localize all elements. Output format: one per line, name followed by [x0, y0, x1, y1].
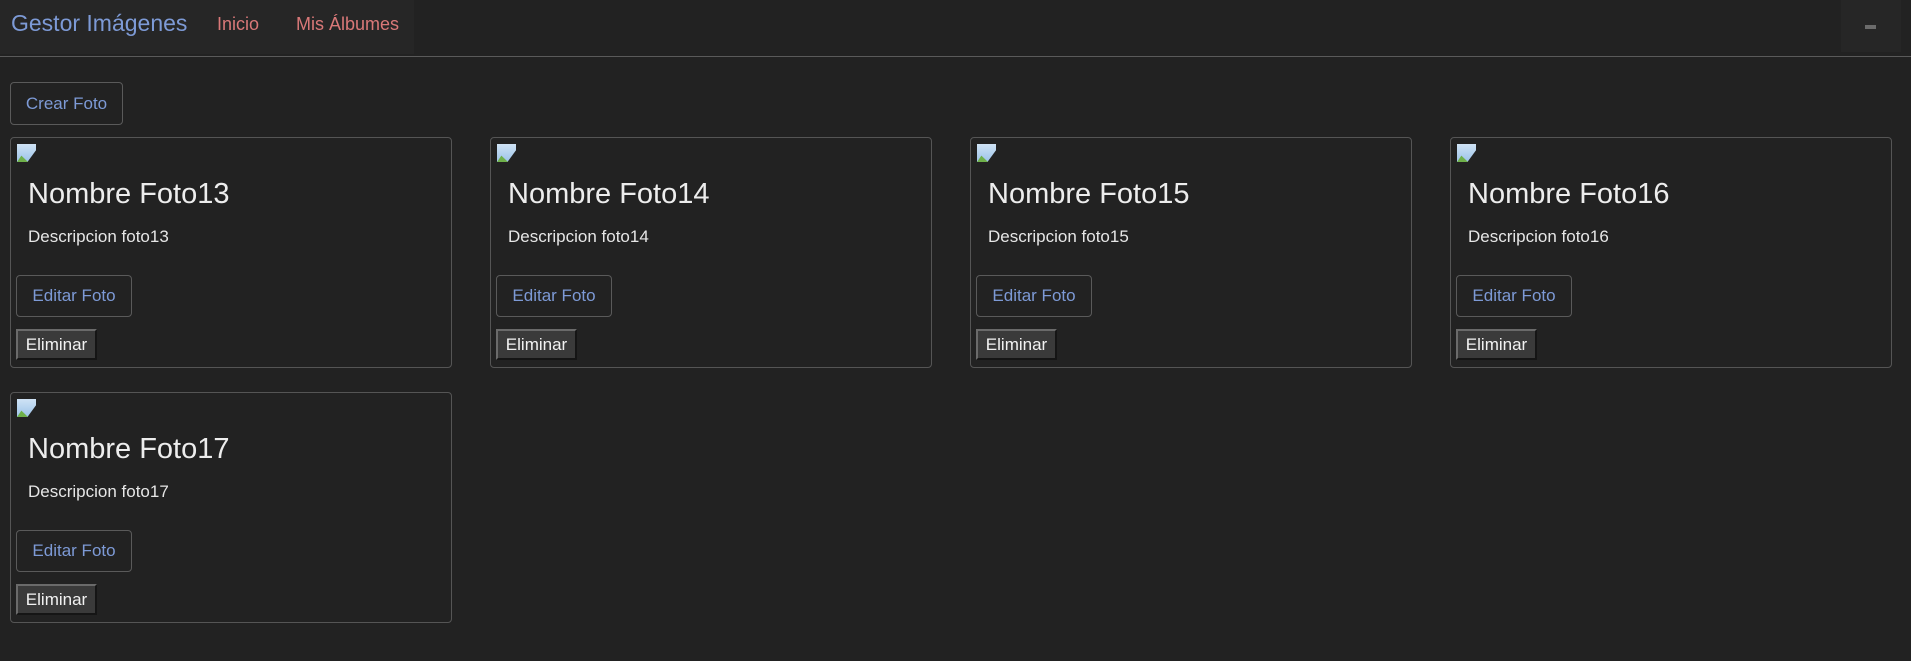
photo-card: Nombre Foto15 Descripcion foto15 Editar … [970, 137, 1412, 368]
nav-link-mis-albumes[interactable]: Mis Álbumes [296, 14, 399, 35]
photo-card: Nombre Foto13 Descripcion foto13 Editar … [10, 137, 452, 368]
broken-image-icon [17, 144, 36, 162]
navbar-toggler[interactable] [1841, 0, 1901, 52]
photo-card: Nombre Foto14 Descripcion foto14 Editar … [490, 137, 932, 368]
broken-image-icon [17, 399, 36, 417]
photo-title: Nombre Foto13 [28, 178, 230, 210]
edit-photo-button[interactable]: Editar Foto [16, 530, 132, 572]
photo-description: Descripcion foto17 [28, 482, 169, 501]
delete-photo-button[interactable]: Eliminar [1456, 329, 1537, 360]
edit-photo-button[interactable]: Editar Foto [1456, 275, 1572, 317]
photo-card: Nombre Foto16 Descripcion foto16 Editar … [1450, 137, 1892, 368]
edit-photo-button[interactable]: Editar Foto [976, 275, 1092, 317]
delete-photo-button[interactable]: Eliminar [496, 329, 577, 360]
brand-link[interactable]: Gestor Imágenes [11, 10, 187, 37]
photo-title: Nombre Foto17 [28, 433, 230, 465]
photo-description: Descripcion foto14 [508, 227, 649, 246]
broken-image-icon [977, 144, 996, 162]
delete-photo-button[interactable]: Eliminar [16, 584, 97, 615]
photo-title: Nombre Foto16 [1468, 178, 1670, 210]
delete-photo-button[interactable]: Eliminar [976, 329, 1057, 360]
photo-description: Descripcion foto15 [988, 227, 1129, 246]
create-photo-button[interactable]: Crear Foto [10, 82, 123, 125]
photo-title: Nombre Foto15 [988, 178, 1190, 210]
photo-card: Nombre Foto17 Descripcion foto17 Editar … [10, 392, 452, 623]
navbar-main: Gestor Imágenes Inicio Mis Álbumes [0, 0, 414, 54]
menu-toggler-icon [1865, 25, 1876, 29]
broken-image-icon [1457, 144, 1476, 162]
photo-description: Descripcion foto16 [1468, 227, 1609, 246]
delete-photo-button[interactable]: Eliminar [16, 329, 97, 360]
broken-image-icon [497, 144, 516, 162]
photo-description: Descripcion foto13 [28, 227, 169, 246]
edit-photo-button[interactable]: Editar Foto [16, 275, 132, 317]
photo-title: Nombre Foto14 [508, 178, 710, 210]
nav-link-inicio[interactable]: Inicio [217, 14, 259, 35]
edit-photo-button[interactable]: Editar Foto [496, 275, 612, 317]
navbar: Gestor Imágenes Inicio Mis Álbumes [0, 0, 1911, 57]
